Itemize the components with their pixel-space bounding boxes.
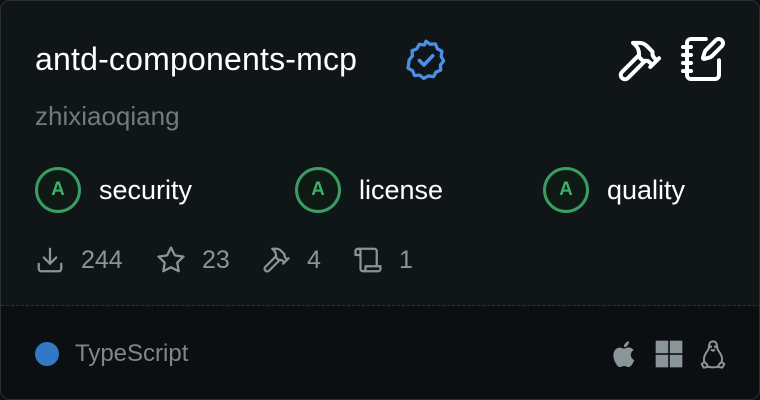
star-icon [157, 246, 185, 273]
apple-icon [613, 341, 635, 368]
grade-badge: A [295, 167, 341, 213]
tools-count: 4 [307, 246, 321, 274]
language-color-dot [35, 342, 59, 366]
grade-label: license [359, 175, 444, 205]
grade-quality[interactable]: A quality [543, 167, 685, 213]
downloads-stat: 244 [35, 241, 123, 279]
windows-icon [655, 340, 683, 368]
grade-badge: A [543, 167, 589, 213]
server-card[interactable]: antd-components-mcp zhixiaoqiang A secur… [0, 0, 760, 400]
grade-label: security [99, 175, 193, 205]
scroll-icon [354, 247, 382, 273]
grade-badge: A [35, 167, 81, 213]
downloads-count: 244 [81, 246, 123, 274]
hammer-icon[interactable] [615, 37, 663, 85]
download-icon [37, 247, 63, 273]
tools-stat: 4 [261, 241, 321, 279]
stars-stat: 23 [156, 241, 230, 279]
prompts-count: 1 [399, 246, 413, 274]
verified-badge-icon [406, 39, 446, 81]
language-label: TypeScript [75, 340, 189, 367]
hammer-icon [263, 247, 290, 273]
author-link[interactable]: zhixiaoqiang [35, 99, 180, 133]
stars-count: 23 [202, 246, 230, 274]
grade-license[interactable]: A license [295, 167, 443, 213]
server-name[interactable]: antd-components-mcp [35, 39, 357, 79]
grade-label: quality [607, 175, 686, 205]
grade-security[interactable]: A security [35, 167, 192, 213]
prompts-stat: 1 [353, 241, 413, 279]
notebook-pen-icon[interactable] [679, 35, 727, 83]
linux-icon [700, 340, 726, 369]
